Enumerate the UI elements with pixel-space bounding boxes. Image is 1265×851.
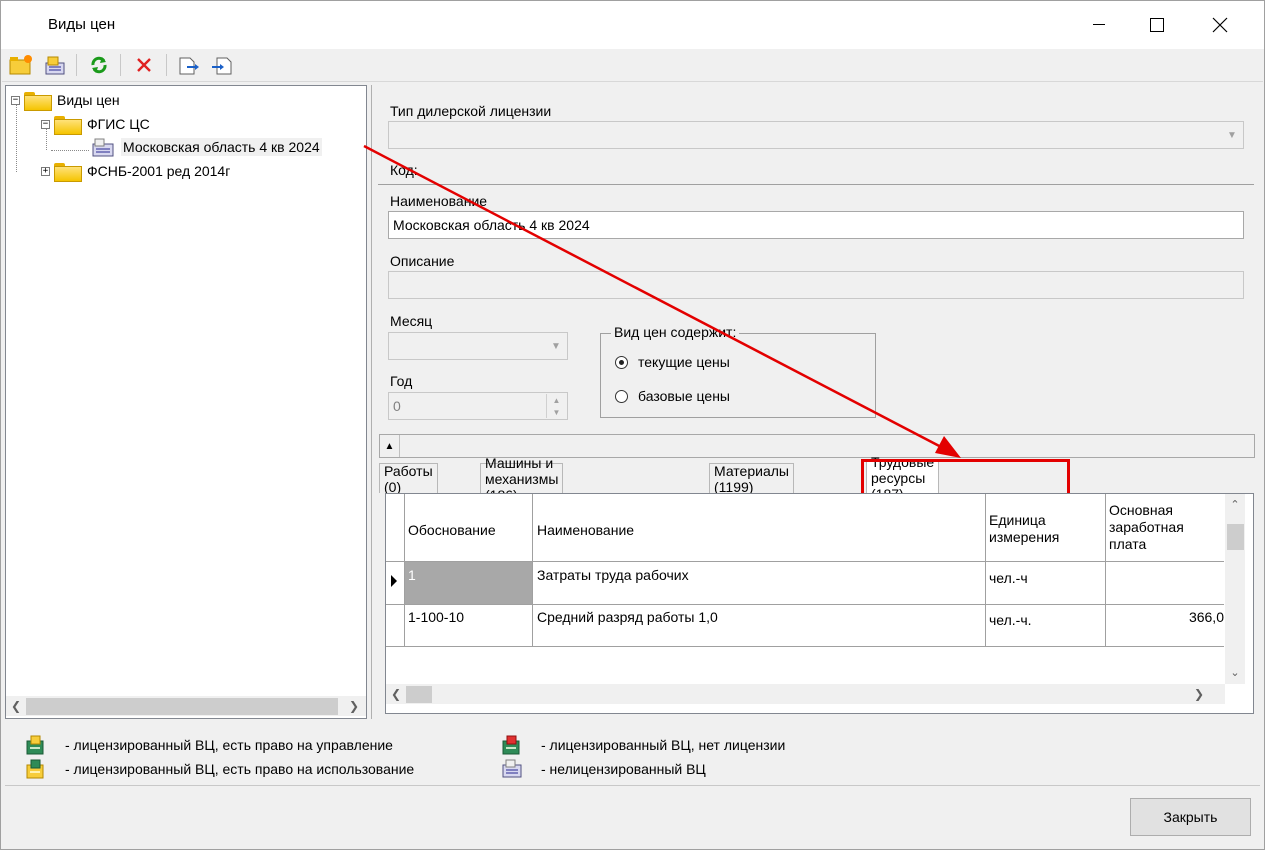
price-types-window: Виды цен − Виды цен − ФГИС ЦС Московская… xyxy=(0,0,1265,850)
annotation-arrow xyxy=(363,144,961,458)
